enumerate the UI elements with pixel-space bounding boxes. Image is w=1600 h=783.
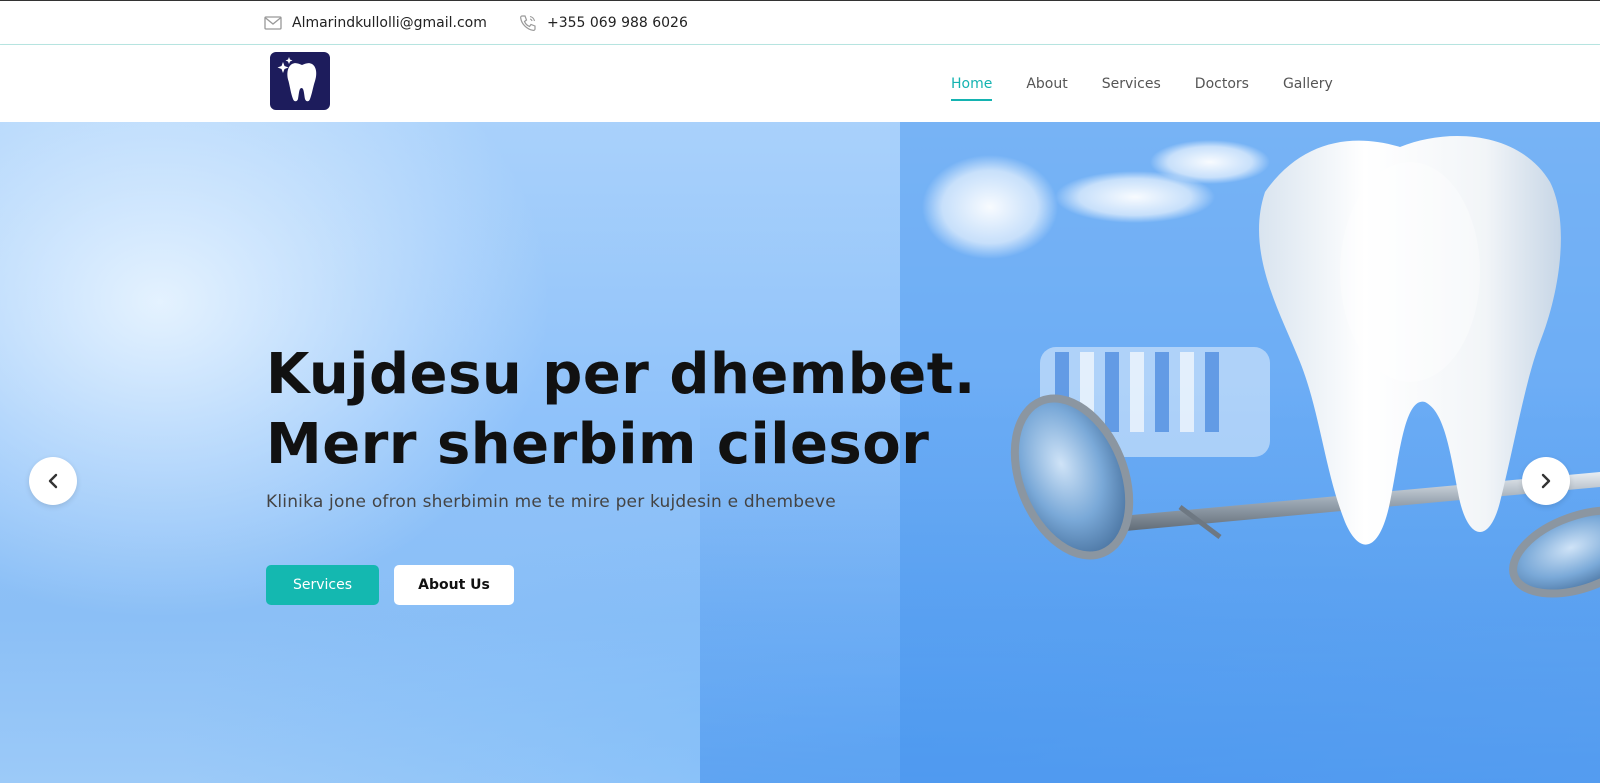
envelope-icon [264,16,282,30]
slider-next-button[interactable] [1522,457,1570,505]
tooth-logo-icon [277,57,317,102]
hero-title-line1: Kujdesu per dhembet. [266,342,976,407]
chevron-left-icon [48,473,58,489]
hero-title: Kujdesu per dhembet. Merr sherbim cileso… [266,340,1026,480]
hero-slider: Kujdesu per dhembet. Merr sherbim cileso… [0,122,1600,783]
contact-phone[interactable]: +355 069 988 6026 [519,1,688,45]
slider-prev-button[interactable] [29,457,77,505]
phone-text: +355 069 988 6026 [547,15,688,31]
nav-about[interactable]: About [1026,70,1067,98]
clinic-logo[interactable] [270,52,330,110]
services-button[interactable]: Services [266,565,379,605]
email-text: Almarindkullolli@gmail.com [292,15,487,31]
top-contact-bar: Almarindkullolli@gmail.com +355 069 988 … [0,0,1600,45]
nav-gallery[interactable]: Gallery [1283,70,1333,98]
nav-home[interactable]: Home [951,70,993,101]
phone-icon [520,15,536,31]
about-us-button[interactable]: About Us [394,565,514,605]
nav-services[interactable]: Services [1102,70,1161,98]
main-navbar: Home About Services Doctors Gallery [0,45,1600,122]
chevron-right-icon [1541,473,1551,489]
hero-title-line2: Merr sherbim cilesor [266,412,930,477]
main-nav: Home About Services Doctors Gallery [951,45,1367,122]
nav-doctors[interactable]: Doctors [1195,70,1249,98]
hero-subtitle: Klinika jone ofron sherbimin me te mire … [266,492,836,512]
contact-email[interactable]: Almarindkullolli@gmail.com [264,1,487,45]
